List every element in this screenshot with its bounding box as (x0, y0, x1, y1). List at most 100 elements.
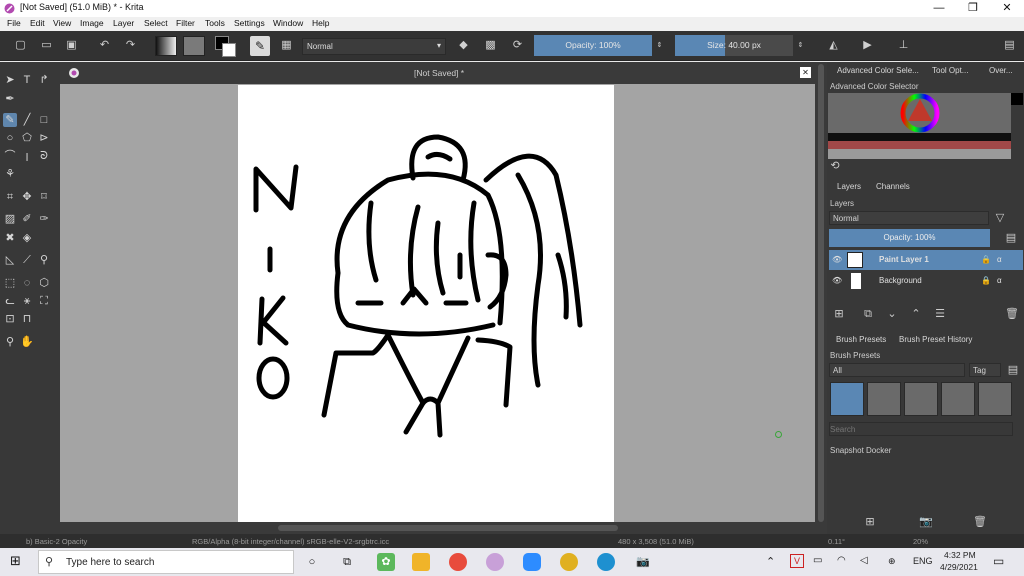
bezier-curve-tool-icon[interactable]: ⌒ (3, 149, 17, 163)
cortana-icon[interactable]: ○ (303, 553, 321, 571)
brush-tag-select[interactable]: Tag (969, 363, 1001, 377)
alpha-icon[interactable]: α (997, 271, 1002, 291)
brush-preset-1[interactable] (830, 382, 864, 416)
battery-icon[interactable]: ▭ (813, 555, 822, 566)
freehand-path-tool-icon[interactable]: ꞁ (20, 149, 34, 163)
clock-time[interactable]: 4:32 PM (944, 550, 976, 560)
task-view-icon[interactable]: ⧉ (338, 553, 356, 571)
windows-start-icon[interactable]: ⊞ (10, 554, 24, 568)
menu-tools[interactable]: Tools (205, 18, 225, 28)
clock-date[interactable]: 4/29/2021 (940, 562, 978, 572)
elliptical-selection-tool-icon[interactable]: ◌ (20, 276, 34, 290)
menu-image[interactable]: Image (80, 18, 104, 28)
similar-color-selection-tool-icon[interactable]: ⛶ (37, 294, 51, 308)
rectangle-tool-icon[interactable]: □ (37, 113, 51, 127)
dynamic-brush-tool-icon[interactable]: ᘐ (37, 149, 51, 163)
input-language[interactable]: ENG (913, 556, 933, 566)
file-explorer-icon[interactable] (412, 553, 430, 571)
polyline-tool-icon[interactable]: ⊳ (37, 131, 51, 145)
wifi-icon[interactable]: ◠ (837, 555, 846, 566)
layer-settings-icon[interactable]: ☰ (933, 307, 947, 321)
menu-layer[interactable]: Layer (113, 18, 134, 28)
smart-patch-tool-icon[interactable]: ✖ (3, 231, 17, 245)
calligraphy-tool-icon[interactable]: ✒ (3, 92, 17, 106)
color-history-icon[interactable]: ⟲ (828, 159, 842, 173)
new-document-icon[interactable]: ▢ (13, 38, 28, 53)
mirror-vertical-icon[interactable]: ▶ (860, 38, 875, 53)
assistant-tool-icon[interactable]: ◺ (3, 253, 17, 267)
tab-overview[interactable]: Over... (989, 66, 1013, 75)
wrap-around-icon[interactable]: ⊥ (896, 38, 911, 53)
multibrush-tool-icon[interactable]: ⚘ (3, 167, 17, 181)
document-canvas[interactable] (238, 85, 614, 522)
line-tool-icon[interactable]: ╱ (20, 113, 34, 127)
menu-edit[interactable]: Edit (30, 18, 45, 28)
vertical-scrollbar[interactable] (815, 62, 827, 534)
taskbar-app-3-icon[interactable] (449, 553, 467, 571)
move-tool-icon[interactable]: ✥ (20, 190, 34, 204)
alpha-lock-icon[interactable]: ▩ (483, 38, 498, 53)
close-window-button[interactable]: ✕ (990, 0, 1024, 17)
menu-window[interactable]: Window (273, 18, 303, 28)
add-layer-icon[interactable]: ⊞ (832, 307, 846, 321)
vertical-scroll-thumb[interactable] (818, 64, 824, 522)
brush-search-input[interactable] (829, 422, 1013, 436)
layer-row-background[interactable]: 👁 Background 🔒 α (829, 271, 1023, 291)
taskbar-krita-icon[interactable] (486, 553, 504, 571)
layer-blend-mode-select[interactable]: Normal (829, 211, 989, 225)
polygon-tool-icon[interactable]: ⬠ (20, 131, 34, 145)
crop-tool-icon[interactable]: ⌑ (37, 190, 51, 204)
blend-mode-select[interactable]: Normal ▾ (302, 38, 446, 55)
opacity-spin-icon[interactable]: ⇕ (652, 38, 667, 53)
menu-help[interactable]: Help (312, 18, 329, 28)
ellipse-tool-icon[interactable]: ○ (3, 131, 17, 145)
globe-icon[interactable]: ⊕ (888, 556, 896, 567)
current-color-swatch[interactable] (1011, 93, 1023, 105)
tab-channels[interactable]: Channels (876, 182, 910, 191)
brush-preset-icon[interactable]: ✎ (250, 36, 270, 56)
brush-preset-4[interactable] (941, 382, 975, 416)
move-layer-up-icon[interactable]: ⌃ (909, 307, 923, 321)
zoom-app-icon[interactable] (523, 553, 541, 571)
move-layer-down-icon[interactable]: ⌄ (885, 307, 899, 321)
gradient-selector[interactable] (155, 36, 177, 56)
gradient-tool-icon[interactable]: ▨ (3, 212, 17, 226)
taskbar-search-box[interactable]: ⚲ Type here to search (38, 550, 294, 574)
polygonal-selection-tool-icon[interactable]: ⬡ (37, 276, 51, 290)
tab-advanced-color-selector[interactable]: Advanced Color Sele... (837, 66, 919, 75)
menu-view[interactable]: View (53, 18, 71, 28)
tab-brush-presets[interactable]: Brush Presets (836, 335, 886, 344)
brush-preset-5[interactable] (978, 382, 1012, 416)
size-spin-icon[interactable]: ⇕ (793, 38, 808, 53)
tab-brush-preset-history[interactable]: Brush Preset History (899, 335, 972, 344)
opacity-slider[interactable]: Opacity: 100% (534, 35, 652, 56)
text-tool-icon[interactable]: T (20, 73, 34, 87)
minimize-button[interactable]: — (922, 0, 956, 17)
brush-preset-2[interactable] (867, 382, 901, 416)
brush-filter-select[interactable]: All (829, 363, 965, 377)
open-folder-icon[interactable]: ▭ (39, 38, 54, 53)
size-slider[interactable]: Size: 40.00 px (675, 35, 793, 56)
brush-settings-icon[interactable]: ▦ (279, 38, 294, 53)
freehand-brush-tool-icon[interactable]: ✎ (3, 113, 17, 127)
horizontal-scroll-thumb[interactable] (278, 525, 618, 531)
color-selector-area[interactable] (828, 93, 1011, 159)
tab-layers[interactable]: Layers (837, 182, 861, 191)
status-rotation[interactable]: 0.11° (828, 537, 845, 546)
lock-icon[interactable]: 🔒 (981, 271, 991, 291)
lock-icon[interactable]: 🔒 (981, 250, 991, 270)
pan-tool-icon[interactable]: ✋ (20, 335, 34, 349)
speaker-icon[interactable]: ◁ (860, 555, 868, 566)
edit-shapes-tool-icon[interactable]: ↱ (37, 73, 51, 87)
menu-file[interactable]: File (7, 18, 21, 28)
color-picker-tool-icon[interactable]: ✐ (20, 212, 34, 226)
visibility-eye-icon[interactable]: 👁 (832, 250, 842, 270)
snapshot-camera-icon[interactable]: 📷 (919, 515, 933, 529)
notifications-icon[interactable]: ▭ (993, 554, 1004, 568)
save-icon[interactable]: ▣ (64, 38, 79, 53)
reload-preset-icon[interactable]: ⟳ (510, 38, 525, 53)
contiguous-selection-tool-icon[interactable]: ⚹ (20, 294, 34, 308)
brush-view-options-icon[interactable]: ▤ (1006, 363, 1020, 377)
status-zoom[interactable]: 20% (913, 537, 928, 546)
camera-app-icon[interactable]: 📷 (634, 553, 652, 571)
